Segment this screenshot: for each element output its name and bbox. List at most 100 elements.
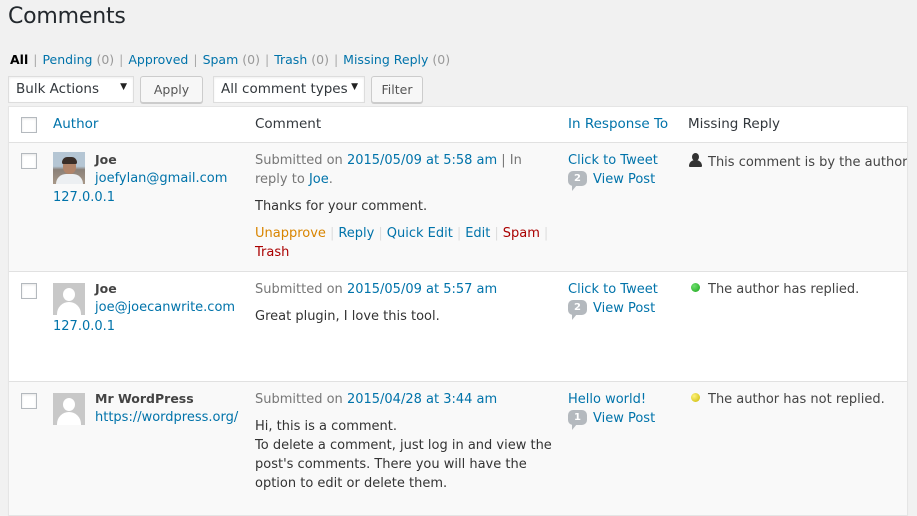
quick-edit-action[interactable]: Quick Edit: [387, 226, 453, 241]
row-checkbox[interactable]: [21, 283, 37, 299]
filter-label: Approved: [128, 52, 189, 67]
submitted-prefix: Submitted on: [255, 153, 343, 168]
table-row: Joe joe@joecanwrite.com 127.0.0.1 Submit…: [9, 272, 907, 382]
comment-count-bubble-icon[interactable]: 1: [568, 409, 587, 430]
bulk-actions-value: Bulk Actions: [16, 81, 99, 97]
table-header: Author Comment In Response To Missing Re…: [9, 107, 907, 143]
filter-trash[interactable]: Trash (0): [274, 52, 329, 67]
response-cell: Click to Tweet 2 View Post: [568, 151, 658, 191]
filter-spam[interactable]: Spam (0): [203, 52, 260, 67]
comment-status-filters: All | Pending (0) | Approved | Spam (0) | Trash …: [10, 52, 450, 67]
submitted-info: Submitted on 2015/05/09 at 5:57 am: [255, 280, 555, 299]
column-comment: Comment: [255, 116, 322, 132]
author-email-link[interactable]: joe@joecanwrite.com: [95, 300, 235, 315]
submitted-prefix: Submitted on: [255, 392, 343, 407]
author-name: Joe: [95, 281, 117, 296]
dropdown-arrow-icon: ▼: [351, 82, 358, 92]
row-checkbox[interactable]: [21, 393, 37, 409]
filter-label: Pending: [42, 52, 93, 67]
response-post-link[interactable]: Click to Tweet: [568, 282, 658, 297]
filter-count: (0): [96, 52, 115, 67]
comment-date-link[interactable]: 2015/04/28 at 3:44 am: [347, 392, 497, 407]
filter-pending[interactable]: Pending (0): [42, 52, 114, 67]
in-reply-suffix: .: [328, 172, 333, 187]
row-actions: Unapprove | Reply | Quick Edit | Edit | Spam | Tra…: [255, 226, 549, 260]
page-title: Comments: [8, 4, 126, 29]
view-post-link[interactable]: View Post: [593, 301, 655, 316]
filter-label: Spam: [202, 52, 239, 67]
comment-date-link[interactable]: 2015/05/09 at 5:58 am: [347, 153, 497, 168]
column-in-response-to-sort[interactable]: In Response To: [568, 116, 668, 132]
edit-action[interactable]: Edit: [465, 226, 490, 241]
filter-label: Missing Reply: [343, 52, 429, 67]
filter-count: (0): [242, 52, 260, 67]
comment-text: Great plugin, I love this tool.: [255, 309, 440, 324]
avatar: [53, 152, 85, 184]
green-dot-icon: [691, 283, 700, 292]
avatar: [53, 393, 85, 425]
filter-missing-reply[interactable]: Missing Reply (0): [343, 52, 450, 67]
response-post-link[interactable]: Hello world!: [568, 392, 646, 407]
comment-line: To delete a comment, just log in and vie…: [255, 438, 552, 491]
comment-text: Hi, this is a comment. To delete a comme…: [255, 417, 555, 493]
author-url-link[interactable]: https://wordpress.org/: [95, 410, 238, 425]
response-cell: Hello world! 1 View Post: [568, 390, 655, 430]
comment-type-value: All comment types: [221, 81, 348, 97]
bulk-actions-select[interactable]: Bulk Actions ▼: [8, 76, 134, 103]
trash-action[interactable]: Trash: [255, 245, 289, 260]
filter-count: (0): [311, 52, 329, 67]
view-post-link[interactable]: View Post: [593, 172, 655, 187]
filter-count: (0): [432, 52, 451, 67]
separator: |: [333, 52, 339, 67]
filter-all[interactable]: All: [10, 52, 28, 67]
unapprove-action[interactable]: Unapprove: [255, 226, 326, 241]
submitted-info: Submitted on 2015/05/09 at 5:58 am | In …: [255, 151, 555, 189]
view-post-link[interactable]: View Post: [593, 411, 655, 426]
author-name: Joe: [95, 152, 117, 167]
filter-label: All: [10, 52, 29, 67]
missing-reply-cell: The author has not replied.: [689, 392, 885, 407]
author-email-link[interactable]: joefylan@gmail.com: [95, 171, 227, 186]
comment-count-bubble-icon[interactable]: 2: [568, 299, 587, 320]
separator: |: [119, 52, 124, 67]
reply-action[interactable]: Reply: [338, 226, 374, 241]
separator: |: [264, 52, 270, 67]
select-all-checkbox[interactable]: [21, 117, 37, 133]
response-cell: Click to Tweet 2 View Post: [568, 280, 658, 320]
comment-type-select[interactable]: All comment types ▼: [213, 76, 365, 103]
author-ip-link[interactable]: 127.0.0.1: [53, 190, 115, 205]
filter-label: Trash: [274, 52, 308, 67]
author-name: Mr WordPress: [95, 391, 194, 406]
column-author-sort[interactable]: Author: [53, 116, 98, 132]
comment-line: Hi, this is a comment.: [255, 419, 398, 434]
status-text: This comment is by the author.: [708, 155, 908, 170]
apply-button[interactable]: Apply: [140, 76, 203, 103]
user-icon: [689, 153, 702, 167]
author-ip-link[interactable]: 127.0.0.1: [53, 319, 115, 334]
filter-button[interactable]: Filter: [371, 76, 423, 103]
missing-reply-cell: This comment is by the author.: [689, 153, 908, 170]
comment-cell: Submitted on 2015/05/09 at 5:57 am Great…: [255, 280, 555, 326]
in-reply-to-link[interactable]: Joe: [309, 172, 329, 187]
yellow-dot-icon: [691, 393, 700, 402]
dropdown-arrow-icon: ▼: [120, 82, 127, 92]
missing-reply-cell: The author has replied.: [689, 282, 859, 297]
submitted-prefix: Submitted on: [255, 282, 343, 297]
comment-cell: Submitted on 2015/05/09 at 5:58 am | In …: [255, 151, 555, 262]
spam-action[interactable]: Spam: [503, 226, 540, 241]
submitted-info: Submitted on 2015/04/28 at 3:44 am: [255, 390, 555, 409]
row-checkbox[interactable]: [21, 153, 37, 169]
comment-cell: Submitted on 2015/04/28 at 3:44 am Hi, t…: [255, 390, 555, 493]
comment-date-link[interactable]: 2015/05/09 at 5:57 am: [347, 282, 497, 297]
separator: |: [33, 52, 38, 67]
comment-count-bubble-icon[interactable]: 2: [568, 170, 587, 191]
table-row: Mr WordPress https://wordpress.org/ Subm…: [9, 382, 907, 515]
filter-approved[interactable]: Approved: [128, 52, 188, 67]
avatar: [53, 283, 85, 315]
status-text: The author has replied.: [708, 282, 860, 297]
separator: |: [193, 52, 198, 67]
response-post-link[interactable]: Click to Tweet: [568, 153, 658, 168]
comment-text: Thanks for your comment.: [255, 199, 428, 214]
column-missing-reply: Missing Reply: [688, 116, 781, 132]
comments-table: Author Comment In Response To Missing Re…: [8, 106, 908, 516]
